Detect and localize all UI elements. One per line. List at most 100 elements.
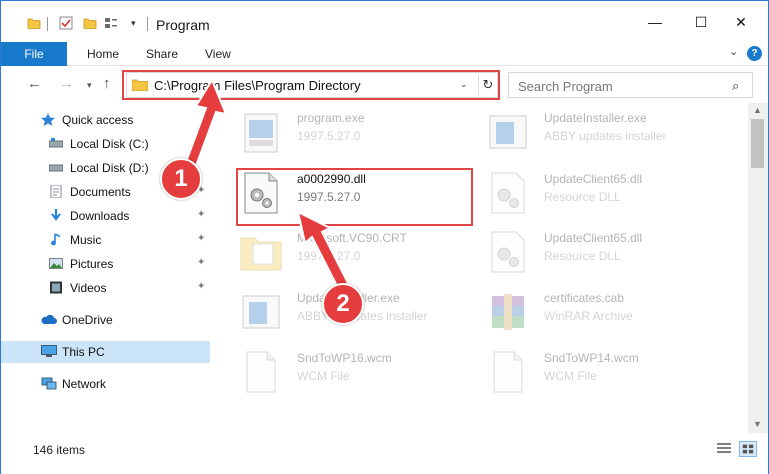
- blank-file-icon: [493, 351, 523, 393]
- sidebar-item-label: This PC: [62, 345, 105, 359]
- step-2-badge: 2: [322, 283, 364, 325]
- file-item[interactable]: Microsoft.VC90.CRT 1997.5.27.0: [239, 227, 489, 285]
- tab-view[interactable]: View: [205, 47, 231, 61]
- exe-icon: [242, 295, 280, 329]
- file-detail: WCM File: [544, 369, 597, 383]
- sidebar-item-label: Local Disk (C:): [70, 137, 149, 151]
- music-icon: [51, 233, 61, 246]
- search-icon[interactable]: ⌕: [732, 78, 739, 94]
- sidebar-item-quick-access[interactable]: Quick access: [1, 109, 211, 131]
- large-icons-view-icon[interactable]: [739, 441, 757, 457]
- file-name: UpdateInstaller.exe: [544, 111, 647, 125]
- scroll-up-icon[interactable]: ▲: [753, 105, 762, 115]
- expand-ribbon-icon[interactable]: ⌄: [729, 45, 738, 58]
- archive-icon: [492, 294, 524, 330]
- vertical-scrollbar[interactable]: ▲ ▼: [748, 103, 768, 433]
- file-name: SndToWP14.wcm: [544, 351, 639, 365]
- navigation-bar: ← → ▾ ↑ C:\Program Files\Program Directo…: [1, 67, 768, 103]
- sidebar-item-onedrive[interactable]: OneDrive: [1, 309, 211, 331]
- file-item[interactable]: UpdateClient65.dll Resource DLL: [486, 168, 736, 226]
- file-detail: Resource DLL: [544, 249, 621, 263]
- minimize-button[interactable]: —: [632, 9, 678, 35]
- file-item[interactable]: SndToWP14.wcm WCM File: [486, 347, 736, 405]
- sidebar-item-label: Quick access: [62, 113, 134, 127]
- up-arrow-icon[interactable]: ↑: [103, 75, 111, 92]
- scroll-down-icon[interactable]: ▼: [753, 419, 762, 429]
- sidebar-item-network[interactable]: Network: [1, 373, 211, 395]
- file-detail: WinRAR Archive: [544, 309, 633, 323]
- file-item[interactable]: SndToWP16.wcm WCM File: [239, 347, 489, 405]
- navigation-pane: Quick access Local Disk (C:) Local Disk …: [1, 103, 211, 433]
- sidebar-item-label: Videos: [70, 281, 107, 295]
- file-name: Microsoft.VC90.CRT: [297, 231, 407, 245]
- exe-icon: [244, 113, 278, 153]
- folder-icon: [240, 237, 282, 271]
- scrollbar-thumb[interactable]: [751, 119, 764, 168]
- cloud-icon: [41, 314, 57, 324]
- search-input[interactable]: Search Program: [518, 79, 613, 94]
- file-explorer-window: ▾ Program — ☐ ✕ File Home Share View ⌄ ?…: [0, 0, 769, 474]
- customize-toolbar-icon[interactable]: ▾: [131, 18, 136, 29]
- toolbar-separator: [147, 17, 148, 31]
- help-icon[interactable]: ?: [747, 46, 762, 61]
- tab-home[interactable]: Home: [87, 47, 119, 61]
- file-detail: 1997.5.27.0: [297, 249, 361, 263]
- pictures-icon: [49, 258, 63, 269]
- file-detail: ABBY updates installer: [544, 129, 667, 143]
- forward-arrow-icon[interactable]: →: [59, 75, 74, 92]
- sidebar-item-videos[interactable]: Videos ✦: [1, 277, 211, 299]
- toolbar-separator: [47, 17, 48, 31]
- drive-icon: [49, 138, 63, 148]
- pin-icon[interactable]: ✦: [197, 281, 205, 292]
- pin-icon[interactable]: ✦: [197, 233, 205, 244]
- dll-gear-icon: [491, 172, 525, 214]
- file-detail: WCM File: [297, 369, 350, 383]
- file-item[interactable]: UpdateInstaller.exe ABBY updates install…: [486, 107, 736, 165]
- sidebar-item-local-disk-c[interactable]: Local Disk (C:): [1, 133, 211, 155]
- sidebar-item-label: OneDrive: [62, 313, 113, 327]
- download-icon: [51, 209, 61, 221]
- dll-highlight-box: [236, 168, 473, 226]
- properties-icon[interactable]: [59, 16, 73, 30]
- file-name: UpdateClient65.dll: [544, 231, 643, 245]
- sidebar-item-label: Pictures: [70, 257, 114, 271]
- details-view-icon[interactable]: [715, 441, 733, 457]
- sidebar-item-pictures[interactable]: Pictures ✦: [1, 253, 211, 275]
- sidebar-item-this-pc[interactable]: This PC: [1, 341, 210, 363]
- file-item[interactable]: certificates.cab WinRAR Archive: [486, 287, 736, 345]
- new-folder-icon[interactable]: [83, 16, 97, 30]
- sidebar-item-downloads[interactable]: Downloads ✦: [1, 205, 211, 227]
- dll-gear-icon: [491, 231, 525, 273]
- file-name: UpdateClient65.dll: [544, 172, 643, 186]
- file-item[interactable]: program.exe 1997.5.27.0: [239, 107, 489, 165]
- pin-icon[interactable]: ✦: [197, 257, 205, 268]
- tab-share[interactable]: Share: [146, 47, 178, 61]
- close-button[interactable]: ✕: [718, 9, 764, 35]
- drive-icon: [49, 164, 63, 172]
- exe-icon: [489, 115, 527, 149]
- item-count: 146 items: [33, 443, 86, 457]
- file-name: certificates.cab: [544, 291, 625, 305]
- sidebar-item-music[interactable]: Music ✦: [1, 229, 211, 251]
- file-item[interactable]: UpdateClient65.dll Resource DLL: [486, 227, 736, 285]
- pin-icon[interactable]: ✦: [197, 209, 205, 220]
- folder-icon[interactable]: [27, 16, 41, 30]
- file-detail: 1997.5.27.0: [297, 129, 361, 143]
- status-bar: 146 items: [1, 433, 768, 474]
- recent-locations-icon[interactable]: ▾: [87, 80, 92, 91]
- network-icon: [41, 377, 57, 390]
- back-arrow-icon[interactable]: ←: [27, 75, 42, 92]
- view-options-icon[interactable]: [104, 16, 118, 30]
- star-icon: [41, 113, 55, 126]
- file-list: program.exe 1997.5.27.0 UpdateInstaller.…: [211, 103, 748, 433]
- videos-icon: [50, 281, 62, 294]
- sidebar-item-label: Network: [62, 377, 107, 391]
- title-bar: ▾ Program — ☐ ✕: [1, 1, 768, 35]
- sidebar-item-label: Documents: [70, 185, 131, 199]
- blank-file-icon: [246, 351, 276, 393]
- file-name: SndToWP16.wcm: [297, 351, 392, 365]
- address-highlight-box: [122, 70, 500, 100]
- file-item[interactable]: UpdateInstaller.exe ABBYY updates instal…: [239, 287, 489, 345]
- tab-file[interactable]: File: [1, 42, 67, 66]
- search-box[interactable]: Search Program ⌕: [508, 72, 753, 98]
